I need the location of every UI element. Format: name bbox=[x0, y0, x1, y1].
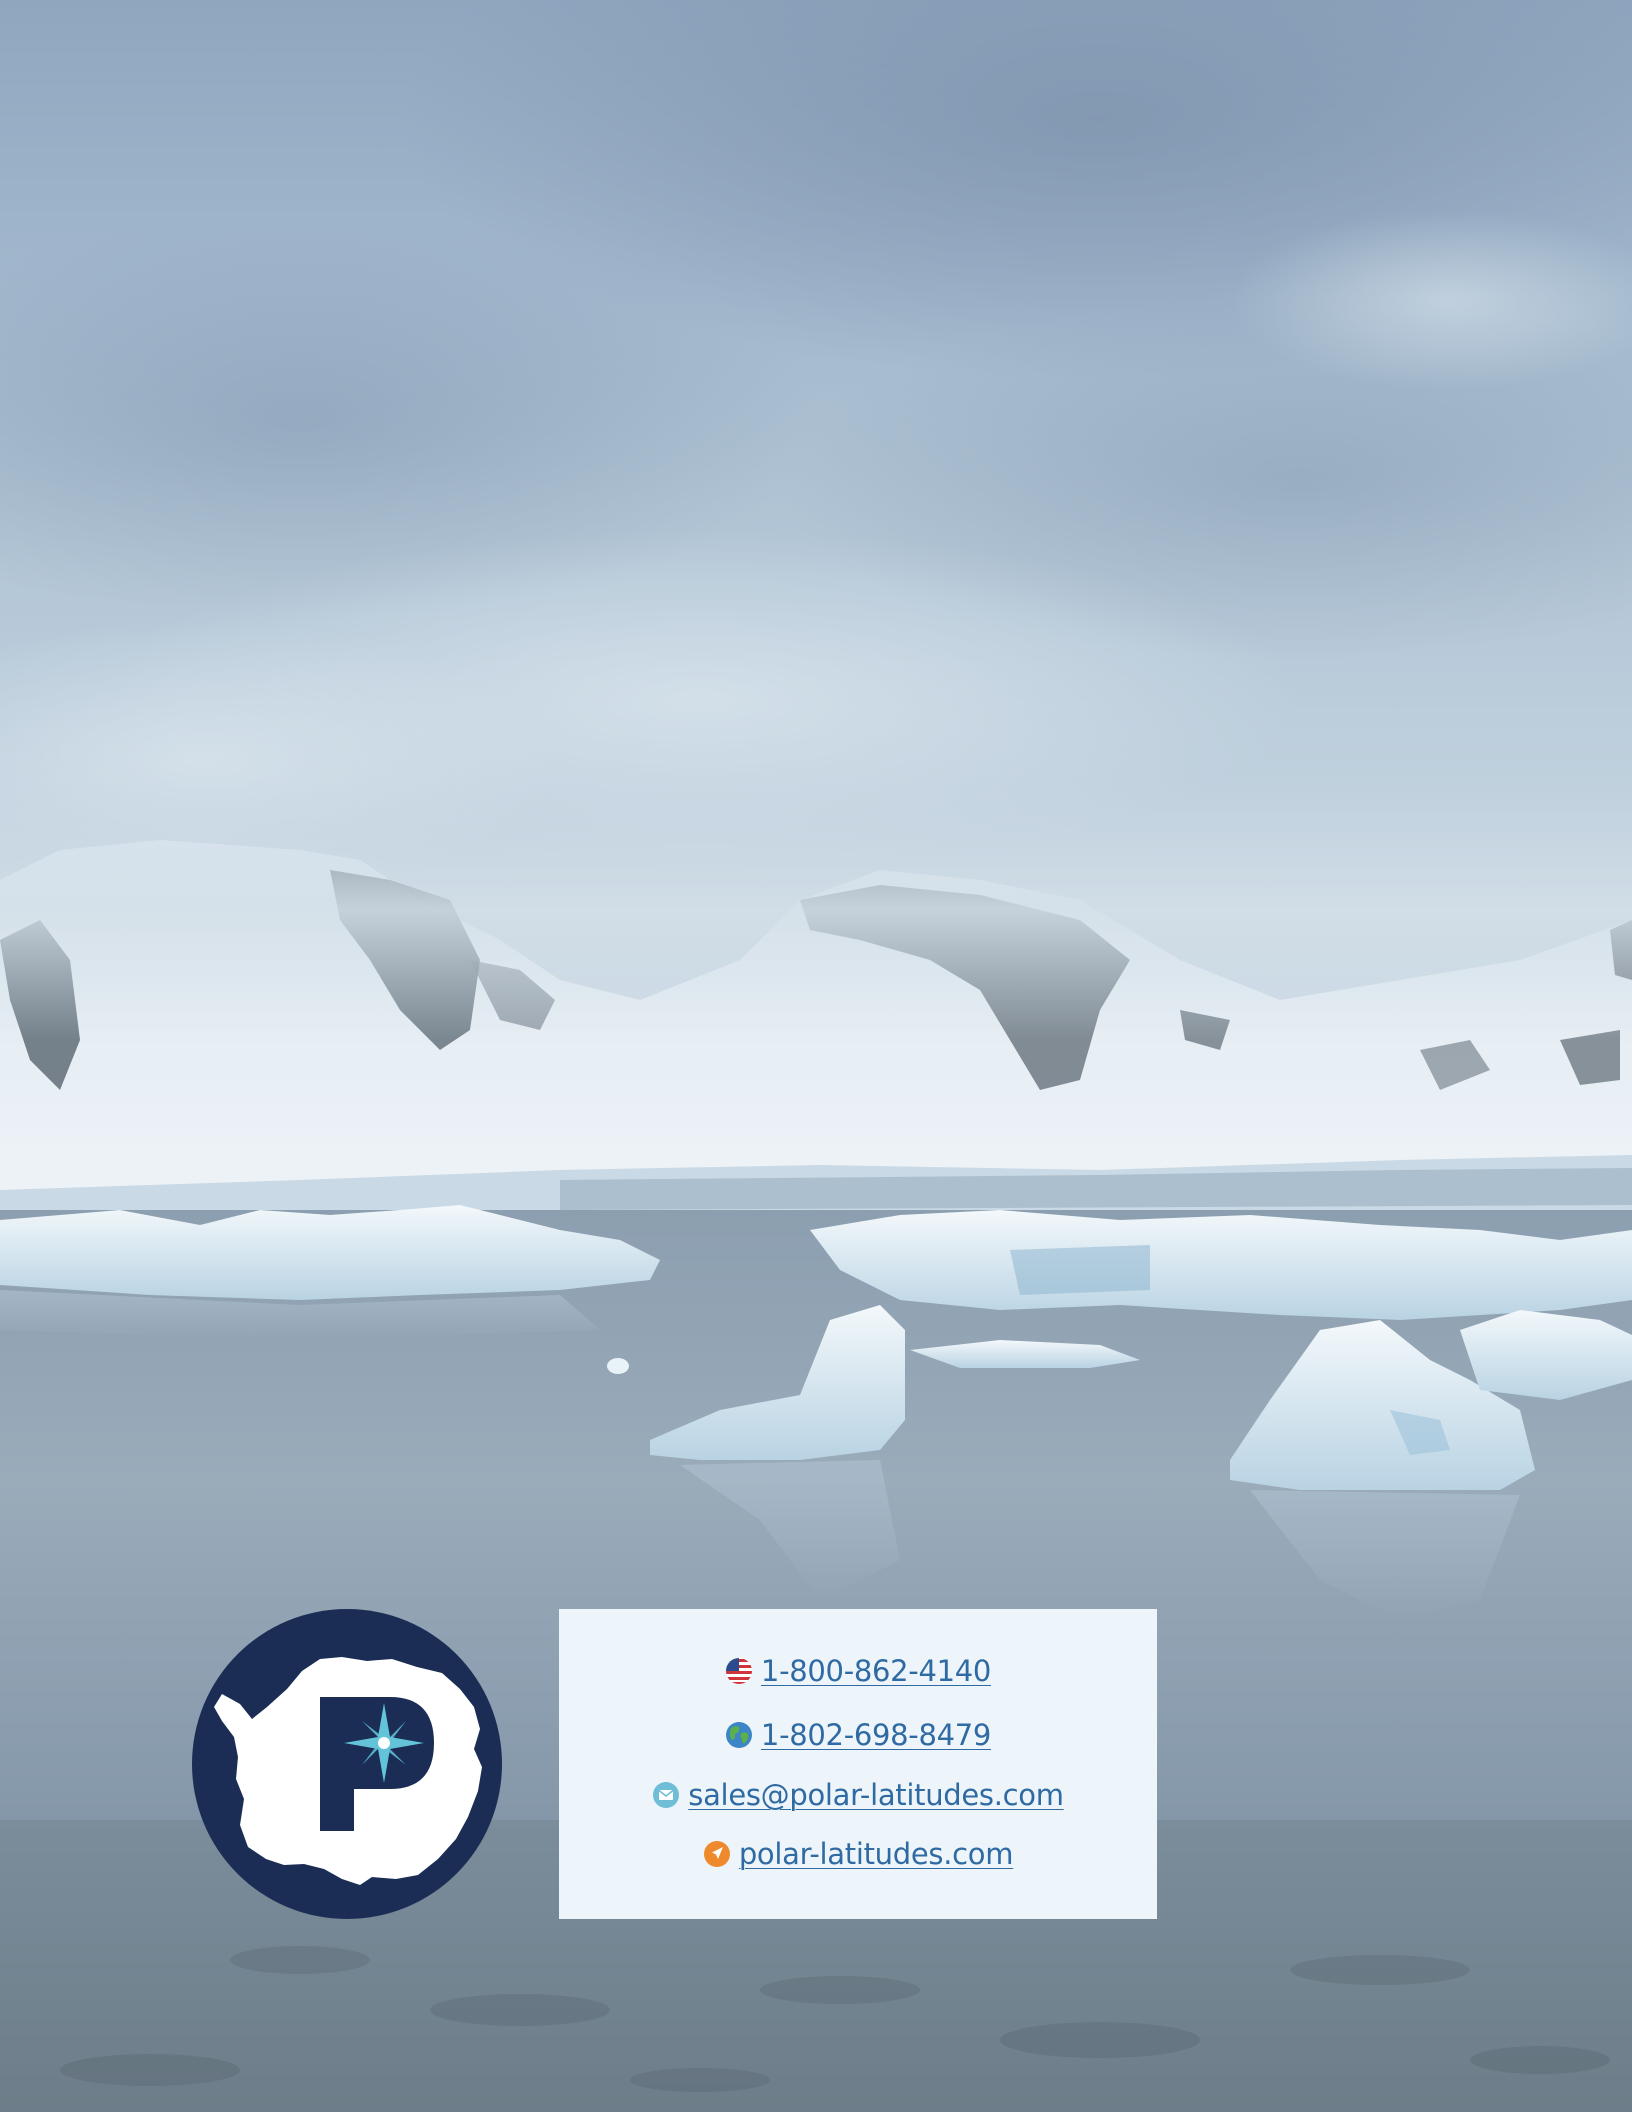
us-flag-icon bbox=[725, 1658, 752, 1684]
polar-latitudes-logo: P bbox=[192, 1609, 502, 1919]
intl-phone-row: 1-802-698-8479 bbox=[559, 1713, 1157, 1757]
website-row: polar-latitudes.com bbox=[559, 1832, 1157, 1876]
svg-text:P: P bbox=[192, 1609, 193, 1610]
website-link[interactable]: polar-latitudes.com bbox=[739, 1837, 1014, 1871]
us-phone-link[interactable]: 1-800-862-4140 bbox=[761, 1654, 991, 1688]
envelope-icon bbox=[653, 1782, 680, 1808]
email-link[interactable]: sales@polar-latitudes.com bbox=[688, 1778, 1064, 1812]
globe-icon bbox=[725, 1722, 752, 1748]
intl-phone-link[interactable]: 1-802-698-8479 bbox=[761, 1718, 991, 1752]
us-phone-row: 1-800-862-4140 bbox=[559, 1649, 1157, 1693]
contact-panel: 1-800-862-4140 1-802-698-8479 sales@pola… bbox=[559, 1609, 1157, 1919]
email-row: sales@polar-latitudes.com bbox=[559, 1773, 1157, 1817]
compass-arrow-icon bbox=[703, 1841, 730, 1867]
